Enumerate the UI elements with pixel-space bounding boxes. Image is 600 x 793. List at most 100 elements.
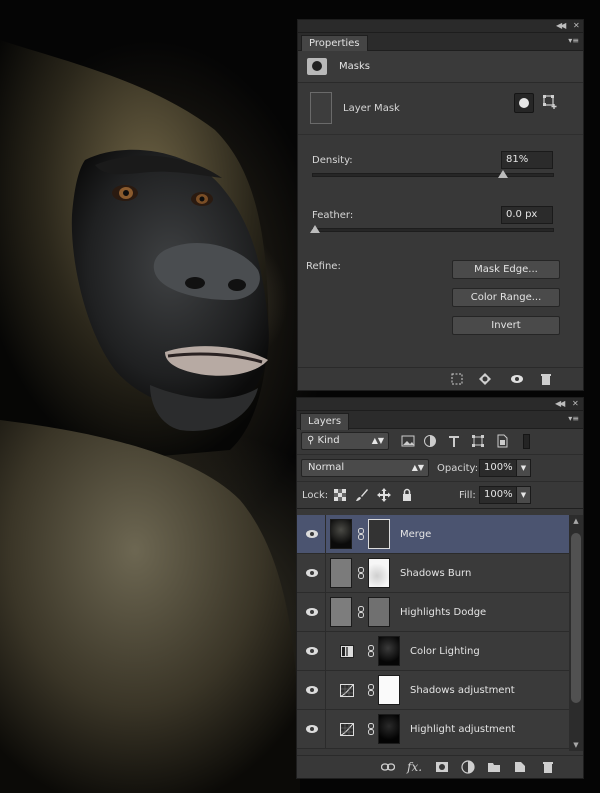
panel-collapse-bar[interactable]: ◀◀ ✕ [298,20,583,33]
curves-adjustment-icon[interactable] [340,684,354,697]
density-slider[interactable] [312,170,554,178]
layer-row-shadows-adjustment[interactable]: Shadows adjustment [297,671,569,710]
layer-thumbnail[interactable] [330,519,352,549]
layer-filter-row: ⚲ Kind ▲▼ [297,429,583,455]
link-layers-icon[interactable] [381,760,395,774]
layer-style-fx-icon[interactable]: fx. [407,760,422,774]
tab-layers[interactable]: Layers [300,413,350,430]
blend-mode-value: Normal [308,462,345,473]
tab-properties[interactable]: Properties [301,35,368,52]
color-range-button[interactable]: Color Range... [452,288,560,307]
layer-mask-label: Layer Mask [343,103,400,114]
new-layer-icon[interactable] [513,760,527,774]
lock-transparent-pixels-icon[interactable] [333,488,347,502]
link-chain-icon[interactable] [367,684,375,696]
layer-name: Shadows adjustment [410,685,515,696]
layers-scrollbar[interactable]: ▲ ▼ [569,515,583,751]
collapse-icon[interactable]: ◀◀ [556,21,566,30]
feather-field[interactable]: 0.0 px [501,206,553,224]
link-chain-icon[interactable] [357,567,365,579]
filter-smart-object-icon[interactable] [495,434,509,448]
layer-mask-row: Layer Mask [298,83,583,135]
filter-toggle-switch[interactable] [523,434,530,449]
opacity-dropdown-icon[interactable]: ▼ [516,460,530,476]
filter-kind-select[interactable]: ⚲ Kind ▲▼ [301,432,389,450]
filter-type-icon[interactable] [447,434,461,448]
filter-adjustment-icon[interactable] [423,434,437,448]
layer-name: Shadows Burn [400,568,472,579]
link-chain-icon[interactable] [357,606,365,618]
lock-image-pixels-brush-icon[interactable] [355,488,369,502]
layers-bottom-bar: fx. [297,755,583,778]
load-selection-icon[interactable] [450,372,464,386]
visibility-eye-icon[interactable] [305,568,319,578]
layers-collapse-bar[interactable]: ◀◀ ✕ [297,398,583,411]
layer-row-highlight-adjustment[interactable]: Highlight adjustment [297,710,569,749]
close-panel-icon[interactable]: ✕ [573,21,580,30]
new-adjustment-layer-icon[interactable] [461,760,475,774]
lock-position-move-icon[interactable] [377,488,391,502]
visibility-eye-icon[interactable] [305,724,319,734]
add-layer-mask-icon[interactable] [435,760,449,774]
masks-header: Masks [298,51,583,83]
feather-slider-thumb[interactable] [310,225,320,233]
layer-list: Merge Shadows Burn Highlights Dodge Colo… [297,515,569,751]
layer-row-color-lighting[interactable]: Color Lighting [297,632,569,671]
invert-button[interactable]: Invert [452,316,560,335]
new-group-folder-icon[interactable] [487,760,501,774]
fill-dropdown-icon[interactable]: ▼ [516,487,530,503]
gradient-map-adjustment-icon[interactable] [340,645,354,658]
search-icon: ⚲ [307,435,318,446]
filter-shape-icon[interactable] [471,434,485,448]
visibility-eye-icon[interactable] [305,685,319,695]
link-chain-icon[interactable] [357,528,365,540]
density-label: Density: [312,155,353,166]
layer-row-highlights-dodge[interactable]: Highlights Dodge [297,593,569,632]
layer-mask-thumbnail[interactable] [368,597,390,627]
curves-adjustment-icon[interactable] [340,723,354,736]
density-slider-thumb[interactable] [498,170,508,178]
panel-menu-icon[interactable]: ▾≡ [568,36,579,45]
delete-mask-trash-icon[interactable] [539,372,553,386]
layer-thumbnail[interactable] [330,558,352,588]
scroll-down-arrow-icon[interactable]: ▼ [569,739,583,751]
select-pixel-mask-button[interactable] [514,93,534,113]
layer-mask-thumbnail[interactable] [378,714,400,744]
visibility-eye-icon[interactable] [305,529,319,539]
layer-row-shadows-burn[interactable]: Shadows Burn [297,554,569,593]
density-field[interactable]: 81% [501,151,553,169]
toggle-mask-visibility-eye-icon[interactable] [510,372,524,386]
apply-mask-icon[interactable] [478,372,492,386]
add-vector-mask-icon[interactable] [542,94,558,110]
link-chain-icon[interactable] [367,723,375,735]
panel-menu-icon[interactable]: ▾≡ [568,414,579,423]
layer-row-merge[interactable]: Merge [297,515,569,554]
fill-field[interactable]: 100% ▼ [479,486,531,504]
feather-slider[interactable] [310,225,554,233]
layer-mask-thumbnail[interactable] [378,675,400,705]
layers-tabbar: Layers ▾≡ [297,411,583,430]
scrollbar-thumb[interactable] [571,533,581,703]
mask-edge-button[interactable]: Mask Edge... [452,260,560,279]
layer-thumbnail[interactable] [330,597,352,627]
close-panel-icon[interactable]: ✕ [572,399,579,408]
layer-mask-thumbnail[interactable] [368,519,390,549]
layer-mask-icon [307,58,327,75]
opacity-field[interactable]: 100% ▼ [479,459,531,477]
blend-mode-select[interactable]: Normal ▲▼ [301,459,429,477]
layer-mask-thumbnail[interactable] [378,636,400,666]
row-divider [325,671,326,710]
row-divider [325,710,326,749]
collapse-icon[interactable]: ◀◀ [555,399,565,408]
row-divider [325,632,326,671]
filter-pixel-icon[interactable] [401,434,415,448]
lock-all-padlock-icon[interactable] [400,488,414,502]
layer-name: Color Lighting [410,646,480,657]
visibility-eye-icon[interactable] [305,646,319,656]
link-chain-icon[interactable] [367,645,375,657]
row-divider [325,554,326,593]
delete-layer-trash-icon[interactable] [541,760,555,774]
layer-mask-thumbnail[interactable] [368,558,390,588]
visibility-eye-icon[interactable] [305,607,319,617]
scroll-up-arrow-icon[interactable]: ▲ [569,515,583,527]
